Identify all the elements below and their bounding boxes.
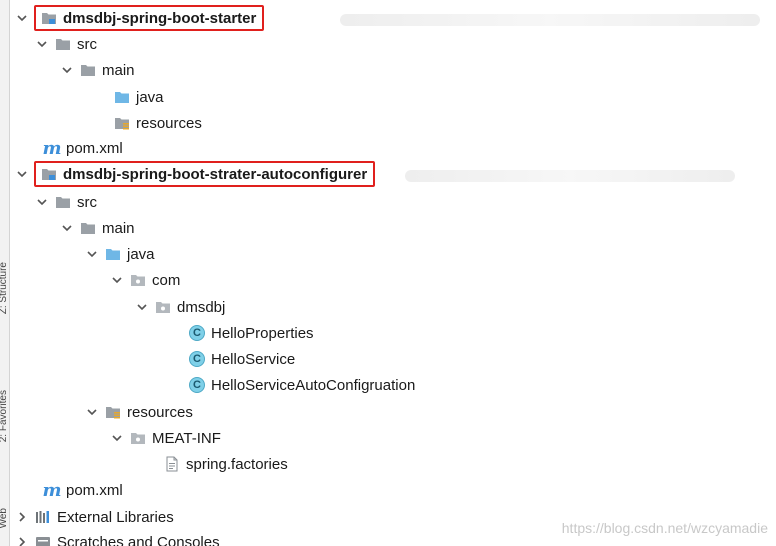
tree-item-label: src xyxy=(77,35,97,53)
scratches-icon xyxy=(34,533,52,546)
tree-item-class[interactable]: C HelloServiceAutoConfigruation xyxy=(10,372,776,398)
blurred-path xyxy=(340,14,760,26)
folder-icon xyxy=(79,219,97,237)
source-folder-icon xyxy=(113,88,131,106)
tree-item-label: pom.xml xyxy=(66,481,123,499)
chevron-down-icon[interactable] xyxy=(85,247,99,261)
folder-icon xyxy=(54,35,72,53)
tree-item-file[interactable]: spring.factories xyxy=(10,451,776,477)
chevron-right-icon[interactable] xyxy=(15,535,29,546)
resources-folder-icon xyxy=(113,114,131,132)
tree-item-resources[interactable]: resources xyxy=(10,110,776,136)
tree-item-dmsdbj[interactable]: dmsdbj xyxy=(10,294,776,320)
tree-item-label: resources xyxy=(136,114,202,132)
library-icon xyxy=(34,508,52,526)
resources-folder-icon xyxy=(104,403,122,421)
chevron-down-icon[interactable] xyxy=(110,431,124,445)
tree-item-class[interactable]: C HelloProperties xyxy=(10,320,776,346)
maven-icon: m xyxy=(42,479,62,501)
chevron-down-icon[interactable] xyxy=(60,63,74,77)
chevron-down-icon[interactable] xyxy=(35,37,49,51)
tree-item-class[interactable]: C HelloService xyxy=(10,346,776,372)
tree-item-label: HelloServiceAutoConfigruation xyxy=(211,376,416,394)
tree-item-java[interactable]: java xyxy=(10,84,776,110)
tree-item-label: main xyxy=(102,219,135,237)
tree-item-label: HelloProperties xyxy=(211,324,314,342)
tree-item-resources[interactable]: resources xyxy=(10,399,776,425)
tree-item-label: Scratches and Consoles xyxy=(57,533,220,546)
project-tree: dmsdbj-spring-boot-starter src main java… xyxy=(10,0,776,546)
project-panel: Z: Structure 2: Favorites Web dmsdbj-spr… xyxy=(0,0,776,546)
tree-item-label: dmsdbj xyxy=(177,298,226,316)
tree-item-pom[interactable]: m pom.xml xyxy=(10,135,776,161)
tree-item-label: java xyxy=(136,88,164,106)
tree-item-label: src xyxy=(77,193,97,211)
chevron-down-icon[interactable] xyxy=(15,167,29,181)
tree-item-label: pom.xml xyxy=(66,139,123,157)
tree-item-label: MEAT-INF xyxy=(152,429,221,447)
source-folder-icon xyxy=(104,245,122,263)
tree-item-label: dmsdbj-spring-boot-starter xyxy=(63,9,257,27)
tool-window-strip: Z: Structure 2: Favorites Web xyxy=(0,0,10,546)
tree-item-label: HelloService xyxy=(211,350,296,368)
tree-item-label: java xyxy=(127,245,155,263)
tree-item-label: main xyxy=(102,61,135,79)
tree-item-meta-inf[interactable]: MEAT-INF xyxy=(10,425,776,451)
tree-item-src[interactable]: src xyxy=(10,189,776,215)
package-icon xyxy=(129,271,147,289)
chevron-right-icon[interactable] xyxy=(15,510,29,524)
tree-item-java[interactable]: java xyxy=(10,241,776,267)
tree-item-label: External Libraries xyxy=(57,508,174,526)
favorites-tab[interactable]: 2: Favorites xyxy=(0,390,9,442)
module-folder-icon xyxy=(40,165,58,183)
class-icon: C xyxy=(188,376,206,394)
chevron-down-icon[interactable] xyxy=(135,300,149,314)
chevron-down-icon[interactable] xyxy=(85,405,99,419)
tree-item-label: resources xyxy=(127,403,193,421)
file-icon xyxy=(163,455,181,473)
watermark: https://blog.csdn.net/wzcyamadie xyxy=(561,520,768,536)
tree-item-pom[interactable]: m pom.xml xyxy=(10,477,776,503)
class-icon: C xyxy=(188,350,206,368)
package-icon xyxy=(154,298,172,316)
chevron-down-icon[interactable] xyxy=(60,221,74,235)
web-tab[interactable]: Web xyxy=(0,508,9,528)
tree-item-label: dmsdbj-spring-boot-strater-autoconfigure… xyxy=(63,165,368,183)
highlight-box: dmsdbj-spring-boot-strater-autoconfigure… xyxy=(34,161,376,187)
module-folder-icon xyxy=(40,9,58,27)
folder-icon xyxy=(129,429,147,447)
tree-item-src[interactable]: src xyxy=(10,31,776,57)
tree-item-main[interactable]: main xyxy=(10,57,776,83)
highlight-box: dmsdbj-spring-boot-starter xyxy=(34,5,265,31)
chevron-down-icon[interactable] xyxy=(15,11,29,25)
chevron-down-icon[interactable] xyxy=(110,273,124,287)
folder-icon xyxy=(79,61,97,79)
maven-icon: m xyxy=(42,137,62,159)
tree-item-main[interactable]: main xyxy=(10,215,776,241)
tree-item-label: com xyxy=(152,271,181,289)
class-icon: C xyxy=(188,324,206,342)
chevron-down-icon[interactable] xyxy=(35,195,49,209)
tree-item-label: spring.factories xyxy=(186,455,288,473)
blurred-path xyxy=(405,170,735,182)
folder-icon xyxy=(54,193,72,211)
tree-item-com[interactable]: com xyxy=(10,267,776,293)
structure-tab[interactable]: Z: Structure xyxy=(0,262,9,314)
